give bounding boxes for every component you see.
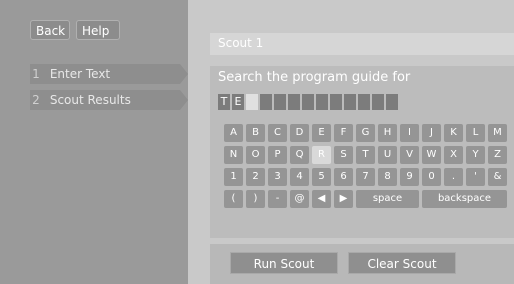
nav-item-scout-results[interactable]: 2 Scout Results: [30, 90, 188, 110]
key-g[interactable]: G: [356, 124, 375, 142]
key-3[interactable]: 3: [268, 168, 287, 186]
key-h[interactable]: H: [378, 124, 397, 142]
help-button[interactable]: Help: [76, 20, 120, 40]
key-o[interactable]: O: [246, 146, 265, 164]
key-a[interactable]: A: [224, 124, 243, 142]
key-5[interactable]: 5: [312, 168, 331, 186]
key-y[interactable]: Y: [466, 146, 485, 164]
key-r[interactable]: R: [312, 146, 331, 164]
key-c[interactable]: C: [268, 124, 287, 142]
entry-cell: [386, 94, 398, 110]
search-entry-field[interactable]: TE: [218, 94, 398, 112]
key-v[interactable]: V: [400, 146, 419, 164]
nav-arrow-icon: [180, 64, 188, 84]
key-z[interactable]: Z: [488, 146, 507, 164]
search-prompt: Search the program guide for: [218, 70, 411, 85]
key-f[interactable]: F: [334, 124, 353, 142]
entry-cell: [260, 94, 272, 110]
title-bar: Scout 1: [210, 33, 514, 55]
space-key[interactable]: space: [356, 190, 419, 208]
key-symbol[interactable]: &: [488, 168, 507, 186]
key-7[interactable]: 7: [356, 168, 375, 186]
run-scout-button[interactable]: Run Scout: [230, 252, 338, 274]
key-n[interactable]: N: [224, 146, 243, 164]
nav-item-enter-text[interactable]: 1 Enter Text: [30, 64, 188, 84]
entry-cell: [302, 94, 314, 110]
key-x[interactable]: X: [444, 146, 463, 164]
key-i[interactable]: I: [400, 124, 419, 142]
sidebar: [0, 0, 188, 284]
clear-scout-button[interactable]: Clear Scout: [348, 252, 456, 274]
entry-cell: [288, 94, 300, 110]
key-8[interactable]: 8: [378, 168, 397, 186]
page-title: Scout 1: [218, 36, 264, 50]
key-u[interactable]: U: [378, 146, 397, 164]
key-symbol[interactable]: ': [466, 168, 485, 186]
key-k[interactable]: K: [444, 124, 463, 142]
key-6[interactable]: 6: [334, 168, 353, 186]
nav-number: 1: [32, 67, 40, 81]
key-4[interactable]: 4: [290, 168, 309, 186]
key-e[interactable]: E: [312, 124, 331, 142]
entry-cell: [372, 94, 384, 110]
entry-cell: E: [232, 94, 244, 110]
search-panel: Search the program guide for TE ABCDEFGH…: [210, 66, 514, 238]
key-9[interactable]: 9: [400, 168, 419, 186]
key-d[interactable]: D: [290, 124, 309, 142]
key-symbol[interactable]: ): [246, 190, 265, 208]
key-q[interactable]: Q: [290, 146, 309, 164]
key-s[interactable]: S: [334, 146, 353, 164]
nav-number: 2: [32, 93, 40, 107]
key-symbol[interactable]: -: [268, 190, 287, 208]
key-symbol[interactable]: (: [224, 190, 243, 208]
nav-label: Enter Text: [49, 67, 111, 81]
right-arrow-key[interactable]: ▶: [334, 190, 353, 208]
key-2[interactable]: 2: [246, 168, 265, 186]
key-symbol[interactable]: @: [290, 190, 309, 208]
entry-cell: [344, 94, 356, 110]
nav-label: Scout Results: [49, 93, 131, 107]
key-p[interactable]: P: [268, 146, 287, 164]
key-t[interactable]: T: [356, 146, 375, 164]
nav-arrow-icon: [180, 90, 188, 110]
key-symbol[interactable]: .: [444, 168, 463, 186]
entry-cell: [358, 94, 370, 110]
onscreen-keyboard: A B C D E F G H I J K L M N O P Q R S T U V W X Y Z 1 2 3 4 5 6 7 8 9 0. ' & (…: [224, 124, 507, 208]
key-0[interactable]: 0: [422, 168, 441, 186]
key-j[interactable]: J: [422, 124, 441, 142]
entry-cell: T: [218, 94, 230, 110]
back-button[interactable]: Back: [30, 20, 70, 40]
backspace-key[interactable]: backspace: [422, 190, 507, 208]
key-l[interactable]: L: [466, 124, 485, 142]
entry-cell: [274, 94, 286, 110]
entry-cell: [330, 94, 342, 110]
key-m[interactable]: M: [488, 124, 507, 142]
text-cursor: [246, 94, 258, 110]
entry-cell: [316, 94, 328, 110]
left-arrow-key[interactable]: ◀: [312, 190, 331, 208]
key-w[interactable]: W: [422, 146, 441, 164]
key-1[interactable]: 1: [224, 168, 243, 186]
key-b[interactable]: B: [246, 124, 265, 142]
action-bar: Run Scout Clear Scout: [210, 244, 514, 284]
